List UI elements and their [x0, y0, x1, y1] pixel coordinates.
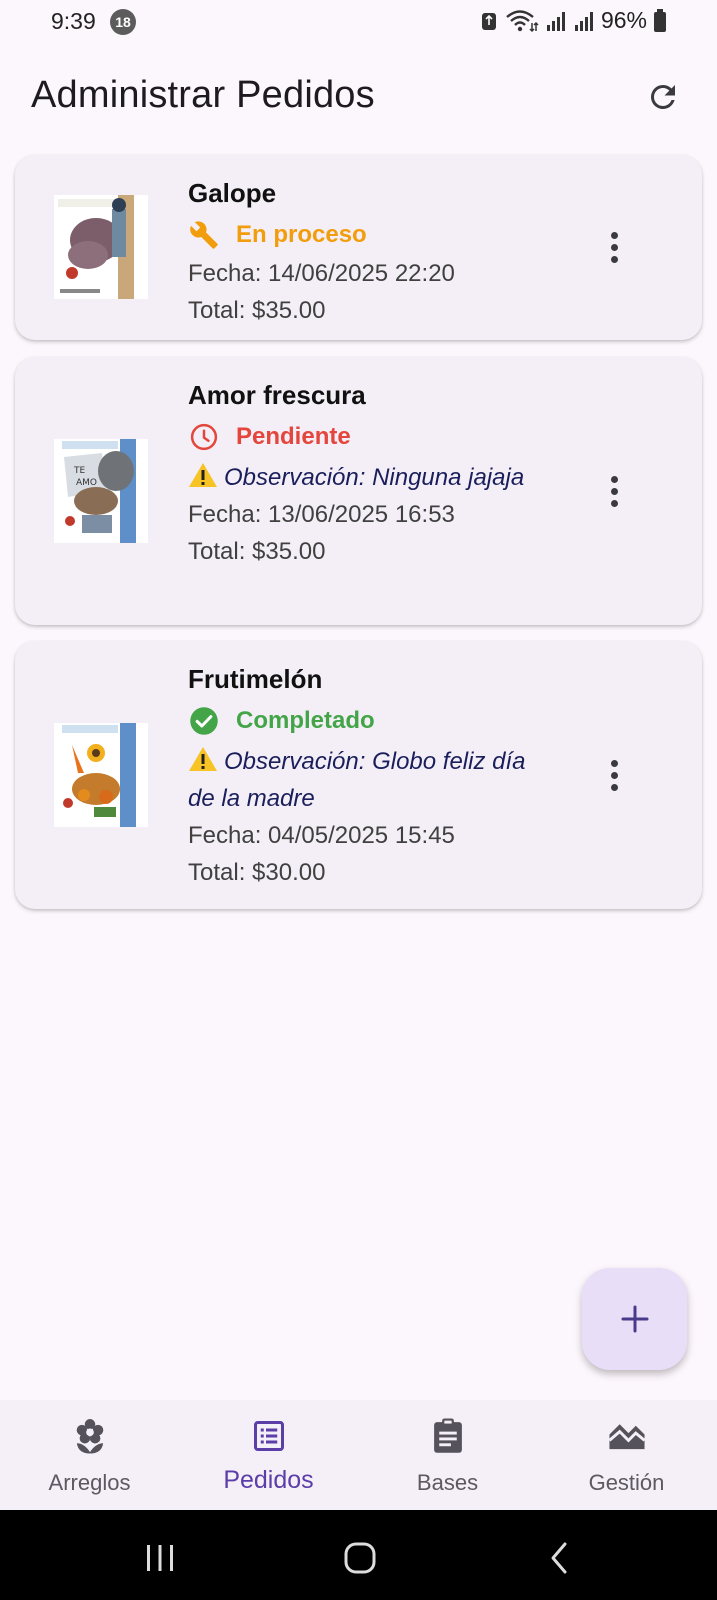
order-observation: Observación: Ninguna jajaja: [188, 459, 548, 496]
nav-label: Pedidos: [223, 1466, 314, 1494]
more-vert-icon: [610, 231, 618, 239]
order-total: Total: $35.00: [188, 538, 326, 565]
more-options-button[interactable]: [598, 223, 630, 271]
flower-icon: [70, 1416, 110, 1456]
recent-apps-icon: [147, 1545, 173, 1571]
order-status: Completado: [188, 701, 548, 741]
plus-icon: [621, 1305, 648, 1333]
order-total: Total: $30.00: [188, 859, 326, 886]
check-circle-icon: [188, 705, 220, 737]
back-icon: [551, 1542, 567, 1574]
status-bar: 9:39 18 96%: [0, 0, 717, 44]
arrangement-image: TE AMO: [54, 439, 148, 543]
add-order-button[interactable]: [582, 1268, 687, 1370]
arrangement-image: [54, 195, 148, 299]
order-card[interactable]: Frutimelón Completado Observación: Globo…: [15, 641, 702, 909]
battery-percent: 96%: [600, 7, 647, 33]
notification-count-badge: 18: [110, 9, 136, 35]
order-thumbnail: [54, 195, 148, 299]
system-navigation-bar: [0, 1510, 717, 1600]
arrangement-image: [54, 723, 148, 827]
more-options-button[interactable]: [598, 467, 630, 515]
list-icon: [249, 1416, 289, 1456]
svg-text:TE: TE: [73, 466, 85, 476]
observation-text: Observación: Ninguna jajaja: [224, 464, 525, 491]
battery-icon: [654, 8, 666, 32]
page-title: Administrar Pedidos: [31, 74, 375, 116]
order-observation: Observación: Globo feliz día de la madre: [188, 743, 548, 817]
nav-label: Bases: [416, 1470, 479, 1495]
recycle-notification-icon: [481, 12, 496, 30]
warning-icon: [189, 463, 217, 487]
status-label: Pendiente: [236, 423, 351, 450]
signal-1-icon: [546, 11, 565, 31]
app-bar: Administrar Pedidos: [0, 60, 717, 132]
order-thumbnail: [54, 723, 148, 827]
nav-item-gestion[interactable]: Gestión: [537, 1400, 716, 1510]
svg-text:AMO: AMO: [76, 478, 97, 488]
more-options-button[interactable]: [598, 751, 630, 799]
nav-item-bases[interactable]: Bases: [358, 1400, 537, 1510]
order-date: Fecha: 13/06/2025 16:53: [188, 501, 455, 528]
back-button[interactable]: [540, 1538, 580, 1578]
observation-text: Observación: Globo feliz día de la madre: [188, 748, 526, 812]
order-date: Fecha: 14/06/2025 22:20: [188, 260, 455, 287]
nav-item-pedidos[interactable]: Pedidos: [179, 1400, 358, 1510]
clock-icon: [188, 421, 220, 453]
nav-label: Gestión: [588, 1470, 665, 1495]
order-status: Pendiente: [188, 417, 548, 457]
home-icon: [344, 1542, 376, 1574]
order-name: Frutimelón: [188, 664, 323, 694]
refresh-button[interactable]: [639, 73, 687, 121]
order-status: En proceso: [188, 215, 548, 255]
status-label: Completado: [236, 707, 375, 734]
wrench-icon: [188, 219, 220, 251]
status-time: 9:39: [51, 8, 96, 34]
order-card[interactable]: Galope En proceso Fecha: 14/06/2025 22:2…: [15, 155, 702, 340]
order-card[interactable]: TE AMO Amor frescura Pendiente Observaci…: [15, 357, 702, 625]
order-total: Total: $35.00: [188, 297, 326, 324]
order-date: Fecha: 04/05/2025 15:45: [188, 822, 455, 849]
refresh-icon: [650, 84, 675, 109]
order-thumbnail: TE AMO: [54, 439, 148, 543]
order-name: Amor frescura: [188, 380, 366, 410]
warning-icon: [189, 747, 217, 771]
more-vert-icon: [610, 475, 618, 483]
more-vert-icon: [610, 759, 618, 767]
landscape-icon: [607, 1416, 647, 1456]
order-info: Frutimelón Completado Observación: Globo…: [188, 661, 548, 891]
recent-apps-button[interactable]: [140, 1538, 180, 1578]
order-info: Galope En proceso Fecha: 14/06/2025 22:2…: [188, 175, 548, 329]
status-label: En proceso: [236, 221, 367, 248]
signal-2-icon: [574, 11, 593, 31]
home-button[interactable]: [340, 1538, 380, 1578]
wifi-icon: [506, 9, 539, 32]
nav-label: Arreglos: [48, 1470, 131, 1495]
status-icons: 96%: [479, 7, 667, 34]
order-info: Amor frescura Pendiente Observación: Nin…: [188, 377, 548, 570]
order-name: Galope: [188, 178, 277, 208]
bottom-navigation: Arreglos Pedidos Bases Gestión: [0, 1400, 717, 1510]
nav-item-arreglos[interactable]: Arreglos: [0, 1400, 179, 1510]
clipboard-icon: [428, 1416, 468, 1456]
